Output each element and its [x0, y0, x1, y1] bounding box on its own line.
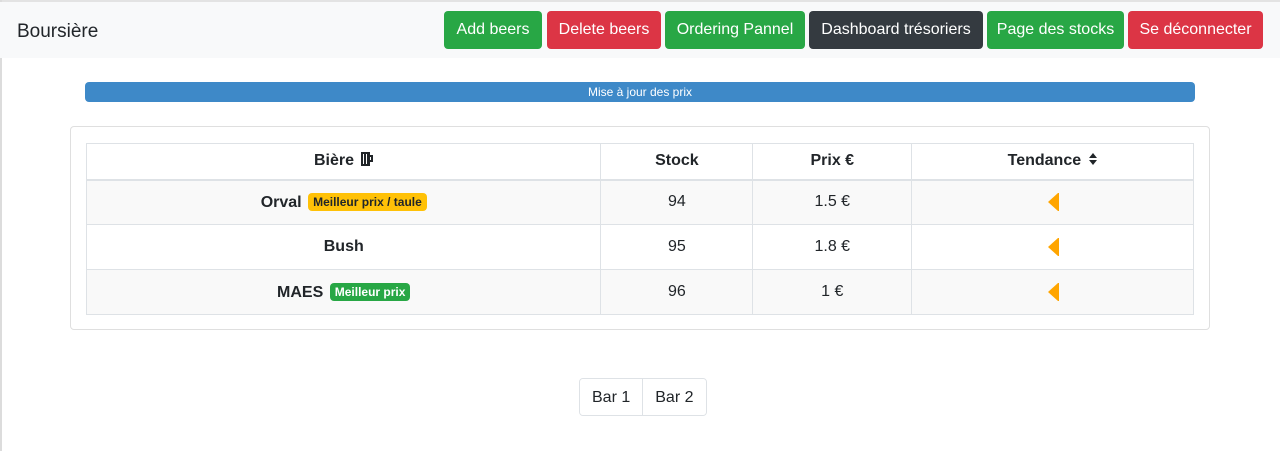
- table-row: MAES Meilleur prix 96 1 €: [85, 269, 1194, 315]
- add-beers-button[interactable]: Add beers: [444, 11, 542, 49]
- beer-price-table: Bière Stock Prix € Tendance Orval Meille…: [85, 143, 1194, 315]
- header-price[interactable]: Prix €: [752, 143, 913, 181]
- logout-button[interactable]: Se déconnecter: [1128, 11, 1263, 49]
- beer-name: MAES: [277, 283, 324, 301]
- best-price-badge: Meilleur prix: [329, 282, 411, 301]
- price-cell: 1.8 €: [752, 224, 913, 270]
- trend-down-icon: [1047, 237, 1059, 256]
- table-header-row: Bière Stock Prix € Tendance: [85, 143, 1194, 181]
- header-beer-label: Bière: [314, 152, 355, 170]
- trend-down-icon: [1047, 193, 1059, 212]
- trend-cell: [911, 179, 1194, 225]
- beer-name: Bush: [323, 238, 364, 255]
- header-trend-label: Tendance: [1007, 152, 1082, 170]
- left-border: [0, 0, 2, 451]
- beer-cell: Orval Meilleur prix / taule: [85, 179, 602, 225]
- best-price-badge: Meilleur prix / taule: [308, 192, 427, 211]
- bar-pagination: Bar 1 Bar 2: [579, 378, 707, 416]
- sort-icon[interactable]: [1088, 152, 1098, 166]
- navbar: Boursière Add beers Delete beers Orderin…: [0, 2, 1280, 58]
- header-trend[interactable]: Tendance: [911, 143, 1194, 181]
- stocks-page-button[interactable]: Page des stocks: [987, 11, 1124, 49]
- table-row: Orval Meilleur prix / taule 94 1.5 €: [85, 179, 1194, 225]
- stock-cell: 95: [600, 224, 754, 270]
- stock-cell: 94: [600, 179, 754, 225]
- header-beer[interactable]: Bière: [85, 143, 602, 181]
- delete-beers-button[interactable]: Delete beers: [547, 11, 661, 49]
- beer-cell: Bush: [85, 224, 602, 270]
- progress-bar-fill: Mise à jour des prix: [85, 82, 1195, 102]
- beer-cell: MAES Meilleur prix: [85, 269, 602, 315]
- page-bar-2[interactable]: Bar 2: [642, 379, 706, 415]
- dashboard-treasurers-button[interactable]: Dashboard trésoriers: [809, 11, 983, 49]
- beer-name: Orval: [260, 193, 302, 211]
- trend-cell: [911, 269, 1194, 315]
- trend-down-icon: [1047, 282, 1059, 301]
- table-row: Bush 95 1.8 €: [85, 224, 1194, 270]
- price-update-progress: Mise à jour des prix: [85, 82, 1195, 102]
- ordering-panel-button[interactable]: Ordering Pannel: [665, 11, 805, 49]
- header-stock[interactable]: Stock: [600, 143, 754, 181]
- stock-cell: 96: [600, 269, 754, 315]
- trend-cell: [911, 224, 1194, 270]
- beer-mug-icon: [361, 152, 374, 167]
- price-cell: 1.5 €: [752, 179, 913, 225]
- page-bar-1[interactable]: Bar 1: [580, 379, 643, 415]
- price-cell: 1 €: [752, 269, 913, 315]
- brand-title[interactable]: Boursière: [17, 21, 98, 43]
